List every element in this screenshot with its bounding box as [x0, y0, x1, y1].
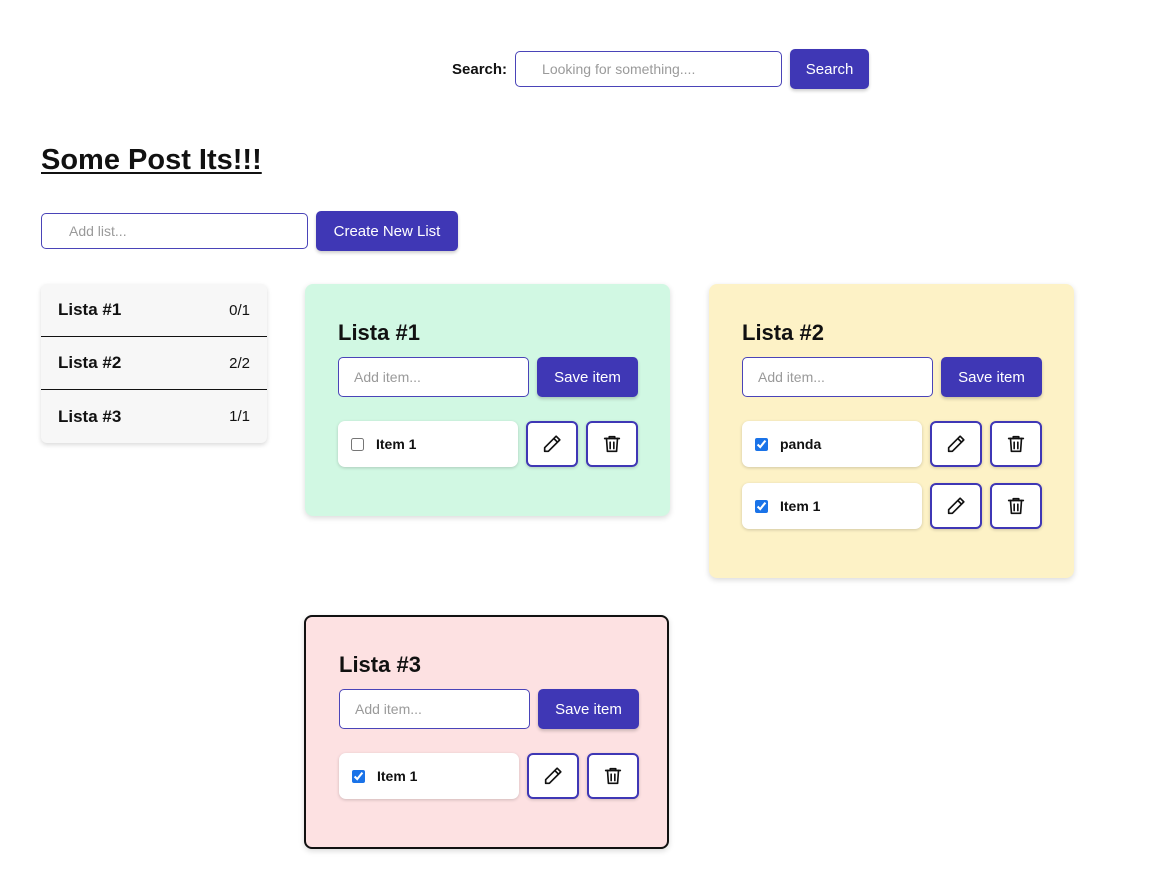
add-list-form: Create New List — [41, 211, 458, 251]
item-box: Item 1 — [338, 421, 518, 467]
list-item: Item 1 — [339, 753, 667, 799]
add-item-form: Save item — [338, 357, 670, 397]
list-index-item[interactable]: Lista #3 1/1 — [41, 390, 267, 443]
list-index-count: 1/1 — [229, 408, 250, 425]
item-checkbox[interactable] — [352, 769, 365, 783]
list-index-count: 2/2 — [229, 354, 250, 372]
item-box: panda — [742, 421, 922, 467]
item-box: Item 1 — [742, 483, 922, 529]
trash-icon — [1007, 497, 1025, 515]
list-index-count: 0/1 — [229, 301, 250, 319]
add-item-input[interactable] — [338, 357, 529, 397]
item-text: Item 1 — [780, 498, 821, 514]
pencil-icon — [544, 767, 562, 785]
add-list-input[interactable] — [41, 213, 308, 249]
edit-item-button[interactable] — [527, 753, 579, 799]
edit-item-button[interactable] — [930, 421, 982, 467]
edit-item-button[interactable] — [930, 483, 982, 529]
list-item: panda — [742, 421, 1074, 467]
item-checkbox[interactable] — [351, 437, 364, 451]
list-index-name: Lista #2 — [58, 353, 122, 372]
list-index-name: Lista #3 — [58, 406, 122, 426]
page-title: Some Post Its!!! — [41, 144, 262, 176]
search-bar: Search: Search — [452, 49, 870, 89]
create-list-button[interactable]: Create New List — [316, 211, 458, 251]
save-item-button[interactable]: Save item — [537, 357, 638, 397]
add-item-input[interactable] — [339, 689, 530, 729]
list-index: Lista #1 0/1 Lista #2 2/2 Lista #3 1/1 — [41, 284, 267, 443]
delete-item-button[interactable] — [990, 483, 1042, 529]
add-item-form: Save item — [742, 357, 1074, 397]
item-list: Item 1 — [339, 753, 667, 799]
item-text: Item 1 — [377, 768, 418, 784]
card-title: Lista #3 — [339, 652, 421, 677]
search-input[interactable] — [515, 51, 783, 87]
card-title: Lista #2 — [742, 320, 824, 345]
trash-icon — [1007, 435, 1025, 453]
search-button[interactable]: Search — [790, 49, 870, 89]
postit-card: Lista #3 Save item Item 1 — [304, 615, 669, 849]
item-text: panda — [780, 436, 822, 452]
item-list: Item 1 — [338, 421, 670, 467]
item-box: Item 1 — [339, 753, 519, 799]
list-index-item[interactable]: Lista #1 0/1 — [41, 284, 267, 337]
postit-card: Lista #2 Save item panda Item 1 — [709, 284, 1074, 578]
save-item-button[interactable]: Save item — [941, 357, 1042, 397]
pencil-icon — [947, 497, 965, 515]
delete-item-button[interactable] — [586, 421, 638, 467]
pencil-icon — [947, 435, 965, 453]
list-item: Item 1 — [742, 483, 1074, 529]
item-text: Item 1 — [376, 436, 417, 452]
item-list: panda Item 1 — [742, 421, 1074, 529]
add-item-form: Save item — [339, 689, 667, 729]
list-index-name: Lista #1 — [58, 300, 122, 319]
item-checkbox[interactable] — [755, 437, 768, 451]
edit-item-button[interactable] — [526, 421, 578, 467]
save-item-button[interactable]: Save item — [538, 689, 639, 729]
delete-item-button[interactable] — [990, 421, 1042, 467]
trash-icon — [604, 767, 622, 785]
card-title: Lista #1 — [338, 320, 420, 345]
pencil-icon — [543, 435, 561, 453]
delete-item-button[interactable] — [587, 753, 639, 799]
list-index-item[interactable]: Lista #2 2/2 — [41, 337, 267, 390]
list-item: Item 1 — [338, 421, 670, 467]
add-item-input[interactable] — [742, 357, 933, 397]
search-label: Search: — [452, 60, 508, 78]
postit-card: Lista #1 Save item Item 1 — [305, 284, 670, 516]
trash-icon — [603, 435, 621, 453]
item-checkbox[interactable] — [755, 499, 768, 513]
